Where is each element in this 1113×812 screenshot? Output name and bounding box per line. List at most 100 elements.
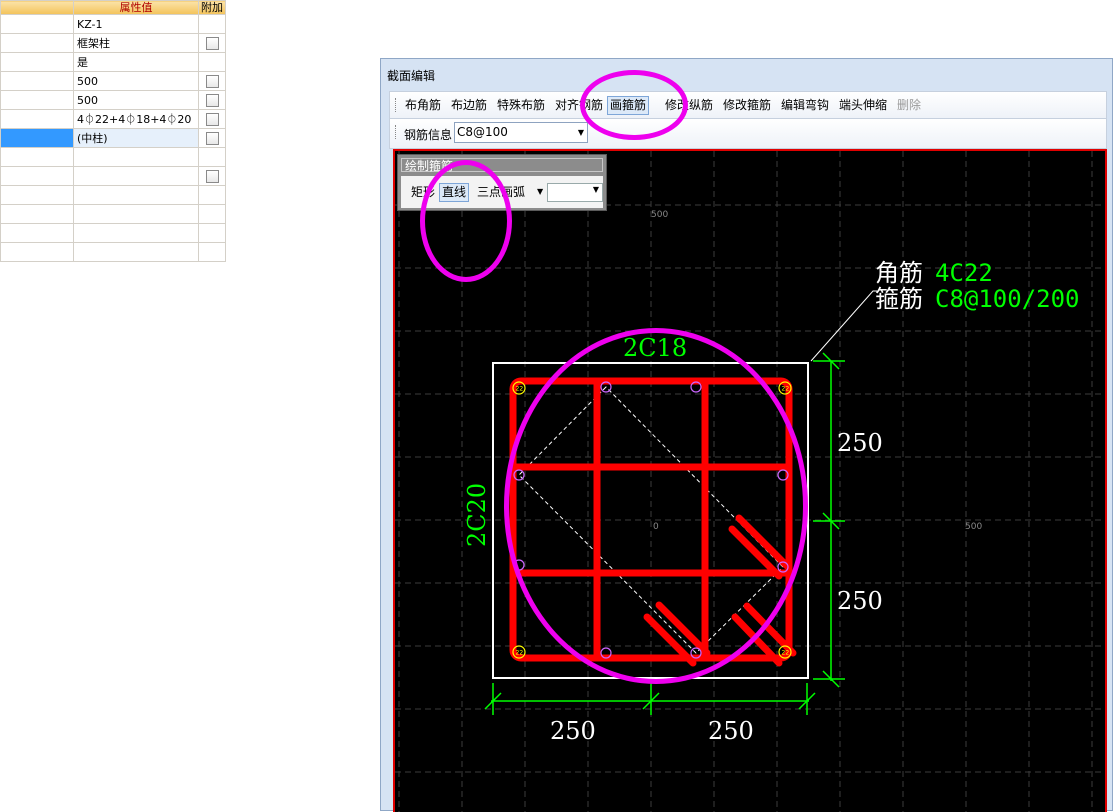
dim-bottom-right: 250 — [708, 717, 754, 745]
property-value-cell[interactable] — [73, 147, 199, 167]
property-name-cell[interactable] — [0, 109, 74, 129]
property-extra-cell — [198, 166, 226, 186]
property-row[interactable]: 框架柱 — [0, 33, 226, 53]
property-row[interactable]: 500 — [0, 71, 226, 91]
dialog-title: 截面编辑 — [387, 69, 436, 83]
end-stretch-button[interactable]: 端头伸缩 — [837, 96, 889, 115]
extra-checkbox[interactable] — [205, 169, 219, 183]
extra-checkbox[interactable] — [205, 36, 219, 50]
rectangle-mode-button[interactable]: 矩形 — [409, 183, 437, 202]
section-canvas[interactable]: 500 0 500 22 22 22 22 250 250 250 250 2C… — [393, 149, 1107, 812]
rebar-info-label: 钢筋信息 — [404, 128, 453, 142]
property-value-cell[interactable] — [73, 166, 199, 186]
property-name-cell[interactable] — [0, 33, 74, 53]
section-edit-dialog: 截面编辑 布角筋 布边筋 特殊布筋 对齐钢筋 画箍筋 修改纵筋 修改箍筋 编辑弯… — [380, 58, 1113, 812]
property-name-cell[interactable] — [0, 147, 74, 167]
extra-checkbox[interactable] — [205, 74, 219, 88]
extra-checkbox[interactable] — [205, 131, 219, 145]
property-name-cell[interactable] — [0, 90, 74, 110]
dim-right-lower: 250 — [837, 587, 883, 615]
property-row[interactable] — [0, 242, 226, 262]
edit-hook-button[interactable]: 编辑弯钩 — [779, 96, 831, 115]
property-extra-cell — [198, 128, 226, 148]
property-name-cell[interactable] — [0, 204, 74, 224]
draw-option-select[interactable]: ▼ — [547, 183, 603, 202]
corner-bar-dia: 22 — [782, 386, 790, 393]
property-extra-cell — [198, 14, 226, 34]
property-value-cell[interactable] — [73, 185, 199, 205]
property-name-cell[interactable] — [0, 223, 74, 243]
property-row[interactable]: (中柱) — [0, 128, 226, 148]
property-name-cell[interactable] — [0, 71, 74, 91]
corner-bar-dia: 22 — [782, 650, 790, 657]
property-value-cell[interactable]: (中柱) — [73, 128, 199, 148]
edit-longitudinal-button[interactable]: 修改纵筋 — [663, 96, 715, 115]
property-row[interactable]: 4⏀22+4⏀18+4⏀20 — [0, 109, 226, 129]
extra-checkbox[interactable] — [205, 93, 219, 107]
delete-button[interactable]: 删除 — [895, 96, 923, 115]
chevron-down-icon[interactable]: ▼ — [593, 185, 599, 194]
chevron-down-icon[interactable]: ▼ — [537, 187, 543, 196]
corner-bar-dia: 22 — [516, 386, 524, 393]
edit-stirrup-button[interactable]: 修改箍筋 — [721, 96, 773, 115]
section-drawing[interactable]: 500 0 500 22 2222 22 250 250 250 250 2C1… — [395, 151, 1105, 812]
header-value-col: 属性值 — [73, 0, 199, 15]
property-name-cell[interactable] — [0, 242, 74, 262]
property-value-cell[interactable]: KZ-1 — [73, 14, 199, 34]
property-extra-cell — [198, 109, 226, 129]
property-extra-cell — [198, 242, 226, 262]
stirrup-value: C8@100/200 — [935, 285, 1080, 313]
property-grid: 属性值 附加 KZ-1 框架柱是 500 500 4⏀22+4⏀18+4⏀20 (中柱) — [0, 0, 226, 262]
rebar-info-select[interactable]: C8@100 ▼ — [454, 122, 588, 143]
draw-stirrup-panel: 绘制箍筋 矩形 直线 三点画弧 ▼ ▼ — [397, 154, 607, 211]
toolbar-grip[interactable] — [395, 98, 398, 112]
property-value-cell[interactable]: 是 — [73, 52, 199, 72]
chevron-down-icon[interactable]: ▼ — [578, 123, 584, 142]
property-value-cell[interactable] — [73, 223, 199, 243]
property-extra-cell — [198, 204, 226, 224]
draw-panel-title[interactable]: 绘制箍筋 — [401, 158, 603, 173]
header-name-col — [0, 0, 74, 15]
property-extra-cell — [198, 71, 226, 91]
property-name-cell[interactable] — [0, 14, 74, 34]
property-value-cell[interactable]: 框架柱 — [73, 33, 199, 53]
top-rebar-label: 2C18 — [623, 334, 687, 362]
property-row[interactable]: KZ-1 — [0, 14, 226, 34]
place-side-rebar-button[interactable]: 布边筋 — [449, 96, 489, 115]
toolbar-grip[interactable] — [395, 125, 398, 139]
canvas-grid — [395, 151, 1105, 812]
special-rebar-button[interactable]: 特殊布筋 — [495, 96, 547, 115]
property-extra-cell — [198, 223, 226, 243]
side-rebar-label: 2C20 — [463, 483, 491, 547]
property-grid-header: 属性值 附加 — [0, 0, 226, 15]
property-extra-cell — [198, 52, 226, 72]
property-row[interactable]: 500 — [0, 90, 226, 110]
header-extra-col: 附加 — [198, 0, 226, 15]
property-value-cell[interactable]: 500 — [73, 90, 199, 110]
property-value-cell[interactable] — [73, 242, 199, 262]
rebar-info-value: C8@100 — [457, 125, 508, 139]
property-row[interactable] — [0, 204, 226, 224]
property-name-cell[interactable] — [0, 166, 74, 186]
property-name-cell[interactable] — [0, 52, 74, 72]
property-row[interactable] — [0, 166, 226, 186]
place-corner-rebar-button[interactable]: 布角筋 — [403, 96, 443, 115]
draw-stirrup-button[interactable]: 画箍筋 — [607, 96, 650, 115]
property-row[interactable] — [0, 147, 226, 167]
property-row[interactable] — [0, 223, 226, 243]
align-rebar-button[interactable]: 对齐钢筋 — [553, 96, 605, 115]
extra-checkbox[interactable] — [205, 112, 219, 126]
line-mode-button[interactable]: 直线 — [439, 183, 470, 202]
property-value-cell[interactable]: 4⏀22+4⏀18+4⏀20 — [73, 109, 199, 129]
property-value-cell[interactable]: 500 — [73, 71, 199, 91]
property-name-cell[interactable] — [0, 128, 74, 148]
corner-rebar-value: 4C22 — [935, 259, 993, 287]
property-value-cell[interactable] — [73, 204, 199, 224]
dim-bottom-left: 250 — [550, 717, 596, 745]
property-extra-cell — [198, 33, 226, 53]
property-row[interactable]: 是 — [0, 52, 226, 72]
property-name-cell[interactable] — [0, 185, 74, 205]
leader-line — [810, 290, 877, 362]
three-point-arc-button[interactable]: 三点画弧 — [475, 183, 527, 202]
property-row[interactable] — [0, 185, 226, 205]
